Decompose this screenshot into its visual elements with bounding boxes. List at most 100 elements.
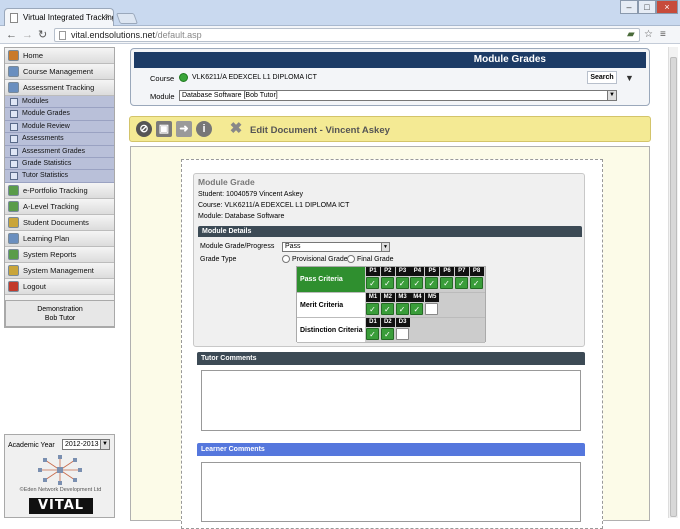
- url-input[interactable]: vital.endsolutions.net/default.asp: [54, 28, 640, 42]
- course-go-icon[interactable]: [179, 73, 188, 82]
- sidebar-subitem-assessment-grades[interactable]: Assessment Grades: [5, 145, 114, 158]
- sidebar-item-label: Student Documents: [23, 217, 89, 227]
- panel-title: Module Grades: [134, 52, 646, 68]
- criteria-cells: M1✓M2✓M3✓M4✓M5✓: [365, 293, 485, 317]
- academic-year-select[interactable]: 2012-2013 ▼: [62, 439, 110, 450]
- criterion-label: D3: [395, 318, 410, 327]
- sidebar-item-label: Learning Plan: [23, 233, 70, 243]
- minimize-button[interactable]: –: [620, 0, 638, 14]
- checked-checkbox[interactable]: ✓: [410, 303, 424, 315]
- maximize-button[interactable]: □: [638, 0, 656, 14]
- final-grade-radio[interactable]: [347, 255, 355, 263]
- unchecked-checkbox[interactable]: ✓: [425, 303, 439, 315]
- checked-checkbox[interactable]: ✓: [454, 277, 468, 289]
- sidebar-item-course-management[interactable]: Course Management: [5, 64, 114, 80]
- tutor-comments-textarea[interactable]: [201, 370, 581, 431]
- course-value[interactable]: VLK6211/A EDEXCEL L1 DIPLOMA ICT: [192, 74, 317, 81]
- module-value: Database Software: [224, 213, 285, 220]
- criterion-label: P3: [395, 267, 410, 276]
- unchecked-checkbox[interactable]: ✓: [395, 328, 409, 340]
- management-icon: [8, 264, 19, 276]
- criteria-cells: P1 ✓ P2 ✓ P3 ✓ P4 ✓ P5 ✓ P6 ✓ P7 ✓ P8 ✓: [365, 267, 485, 292]
- network-logo-icon: [38, 455, 82, 485]
- checked-checkbox[interactable]: ✓: [410, 277, 424, 289]
- sidebar-item-label: System Management: [23, 265, 94, 275]
- search-button[interactable]: Search: [587, 71, 617, 84]
- document-area: Module Grade Student: 10040579 Vincent A…: [130, 146, 650, 529]
- sidebar-subitem-label: Tutor Statistics: [22, 172, 69, 180]
- criterion-label: M1: [366, 293, 380, 302]
- save-icon[interactable]: ▣: [156, 121, 172, 137]
- checked-checkbox[interactable]: ✓: [380, 303, 394, 315]
- page-icon: [10, 172, 18, 181]
- sidebar-subitem-module-grades[interactable]: Module Grades: [5, 108, 114, 121]
- delete-icon[interactable]: ✖: [228, 121, 244, 137]
- sidebar-subitem-label: Grade Statistics: [22, 159, 72, 167]
- grade-progress-select[interactable]: Pass ▼: [282, 242, 390, 252]
- reload-icon[interactable]: ↻: [38, 28, 47, 42]
- sidebar-item-learning-plan[interactable]: Learning Plan: [5, 230, 114, 247]
- checked-checkbox[interactable]: ✓: [469, 277, 483, 289]
- sidebar-item-system-reports[interactable]: System Reports: [5, 246, 114, 263]
- grade-progress-label: Module Grade/Progress: [200, 243, 275, 250]
- course-icon: [8, 66, 19, 77]
- document-title: Edit Document - Vincent Askey: [250, 125, 390, 136]
- sidebar-subitem-grade-statistics[interactable]: Grade Statistics: [5, 157, 114, 171]
- sidebar-item-student-documents[interactable]: Student Documents: [5, 214, 114, 231]
- scrollbar-thumb[interactable]: [670, 57, 677, 517]
- sidebar-item-a-level-tracking[interactable]: A-Level Tracking: [5, 198, 114, 215]
- tab-close-icon[interactable]: ×: [104, 12, 109, 21]
- module-grades-panel: Module Grades Course VLK6211/A EDEXCEL L…: [130, 48, 650, 106]
- checked-checkbox[interactable]: ✓: [395, 303, 409, 315]
- sidebar-item-label: Logout: [23, 281, 46, 291]
- checked-checkbox[interactable]: ✓: [366, 303, 379, 315]
- browser-tab[interactable]: Virtual Integrated Tracking ×: [4, 8, 114, 26]
- sidebar-item-label: Course Management: [23, 67, 94, 76]
- module-details-header: Module Details: [198, 226, 582, 237]
- sidebar-item-label: System Reports: [23, 249, 77, 259]
- checked-checkbox[interactable]: ✓: [380, 328, 394, 340]
- criterion-label: P7: [454, 267, 469, 276]
- criteria-row: Pass Criteria P1 ✓ P2 ✓ P3 ✓ P4 ✓ P5 ✓ P6 ✓ P7 ✓ P8 ✓: [297, 267, 485, 293]
- close-window-button[interactable]: ×: [656, 0, 678, 14]
- home-icon: [8, 50, 19, 61]
- module-select[interactable]: Database Software [Bob Tutor] ▼: [179, 90, 617, 101]
- checked-checkbox[interactable]: ✓: [425, 277, 439, 289]
- sidebar-item-label: e-Portfolio Tracking: [23, 185, 88, 195]
- sidebar-subitem-label: Module Review: [22, 122, 70, 130]
- logout-icon: [8, 280, 19, 292]
- send-icon[interactable]: ➜: [176, 121, 192, 137]
- sidebar-item-system-management[interactable]: System Management: [5, 262, 114, 279]
- sidebar-item-e-portfolio-tracking[interactable]: e-Portfolio Tracking: [5, 182, 114, 199]
- checked-checkbox[interactable]: ✓: [395, 277, 409, 289]
- provisional-grade-radio[interactable]: [282, 255, 290, 263]
- sidebar-item-logout[interactable]: Logout: [5, 278, 114, 295]
- menu-icon[interactable]: ≡: [660, 29, 666, 40]
- sidebar-item-assessment-tracking[interactable]: Assessment Tracking: [5, 80, 114, 96]
- provisional-grade-label: Provisional Grade: [292, 256, 348, 263]
- sidebar-subitem-modules[interactable]: Modules: [5, 96, 114, 109]
- new-tab-button[interactable]: [115, 13, 139, 24]
- address-bar-row: ← → ↻ vital.endsolutions.net/default.asp…: [0, 26, 680, 44]
- bookmark-star-icon[interactable]: ☆: [644, 29, 653, 40]
- page-scrollbar[interactable]: [668, 47, 678, 518]
- back-icon[interactable]: ←: [6, 28, 17, 42]
- extension-icon[interactable]: ▰: [627, 29, 635, 40]
- info-icon[interactable]: i: [196, 121, 212, 137]
- checked-checkbox[interactable]: ✓: [366, 328, 379, 340]
- checked-checkbox[interactable]: ✓: [440, 277, 453, 289]
- forward-icon[interactable]: →: [22, 28, 33, 42]
- sidebar-subitem-tutor-statistics[interactable]: Tutor Statistics: [5, 170, 114, 183]
- documents-icon: [8, 216, 19, 228]
- portfolio-icon: [8, 184, 19, 196]
- sidebar-subitem-assessments[interactable]: Assessments: [5, 133, 114, 146]
- checked-checkbox[interactable]: ✓: [366, 277, 379, 289]
- user-name: Bob Tutor: [44, 315, 76, 322]
- sidebar-subitem-module-review[interactable]: Module Review: [5, 120, 114, 134]
- checked-checkbox[interactable]: ✓: [380, 277, 394, 289]
- criterion-cell: P7 ✓: [454, 267, 469, 289]
- filter-icon[interactable]: ▼: [625, 73, 634, 83]
- sidebar-item-home[interactable]: Home: [5, 48, 114, 64]
- cancel-icon[interactable]: ⊘: [136, 121, 152, 137]
- learner-comments-textarea[interactable]: [201, 462, 581, 522]
